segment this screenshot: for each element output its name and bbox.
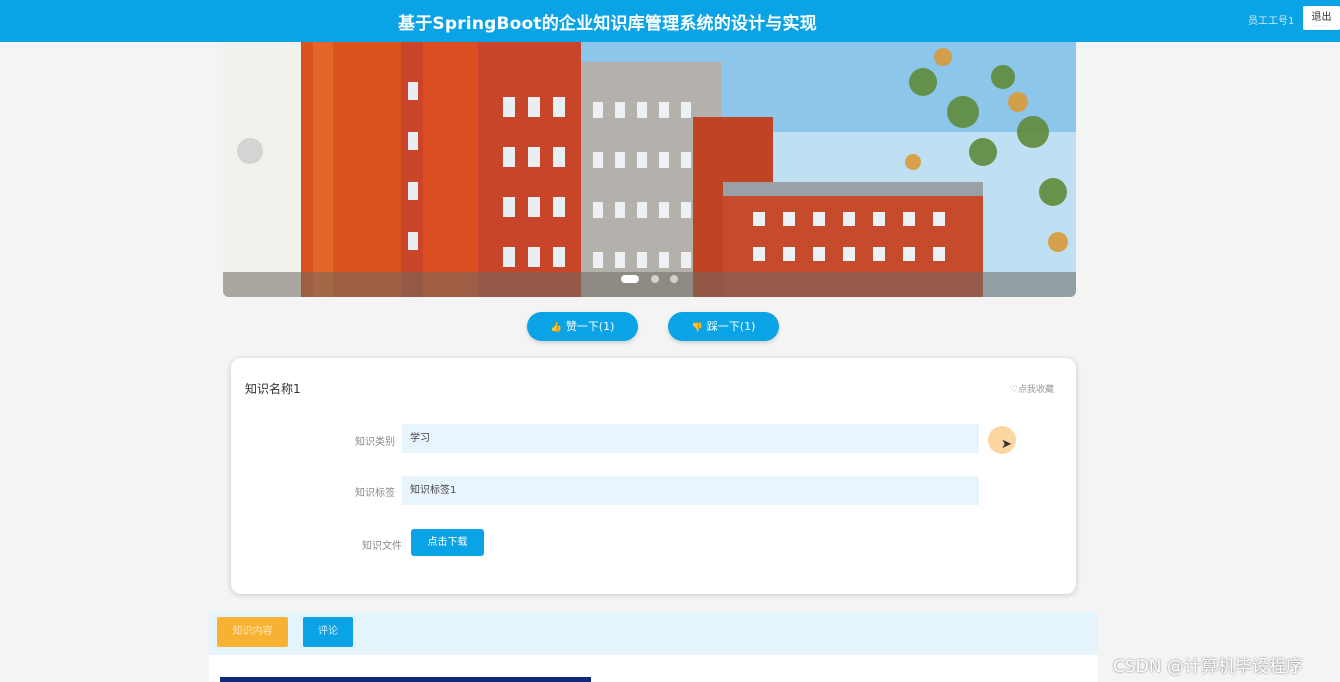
category-field: 学习 xyxy=(402,424,979,453)
logout-button[interactable]: 退出 xyxy=(1303,6,1340,30)
content-image-top xyxy=(220,677,591,682)
top-header: 基于SpringBoot的企业知识库管理系统的设计与实现 员工工号1 退出 xyxy=(0,0,1340,42)
carousel-dot[interactable] xyxy=(650,274,659,283)
carousel-dot[interactable] xyxy=(669,274,678,283)
like-button[interactable]: 👍 赞一下(1) xyxy=(527,312,638,341)
dislike-button[interactable]: 👎 踩一下(1) xyxy=(668,312,779,341)
detail-tabs: 知识内容 评论 xyxy=(209,612,1098,655)
watermark: CSDN @计算机毕设程序 xyxy=(1113,657,1303,677)
page-title: 基于SpringBoot的企业知识库管理系统的设计与实现 xyxy=(398,14,817,34)
knowledge-name: 知识名称1 xyxy=(245,382,301,396)
download-button[interactable]: 点击下载 xyxy=(411,529,484,556)
carousel-prev-arrow[interactable] xyxy=(237,138,263,164)
user-id-label: 员工工号1 xyxy=(1248,16,1295,27)
tag-field: 知识标签1 xyxy=(402,476,979,505)
favorite-link[interactable]: ♡点我收藏 xyxy=(1010,382,1054,395)
tag-label: 知识标签 xyxy=(355,488,395,499)
thumbs-up-icon: 👍 xyxy=(550,323,562,333)
tab-comments[interactable]: 评论 xyxy=(303,617,353,647)
like-label: 赞一下(1) xyxy=(565,320,615,333)
mouse-pointer-icon: ➤ xyxy=(1001,437,1012,452)
thumbs-down-icon: 👎 xyxy=(691,323,703,333)
knowledge-detail-card: 知识名称1 ♡点我收藏 知识类别 学习 ➤ 知识标签 知识标签1 知识文件 点击… xyxy=(231,358,1076,594)
favorite-label: 点我收藏 xyxy=(1017,385,1054,395)
category-label: 知识类别 xyxy=(355,437,395,448)
carousel-dot[interactable] xyxy=(621,274,640,283)
tab-content-area xyxy=(209,655,1098,682)
banner-image xyxy=(223,42,1076,297)
dislike-label: 踩一下(1) xyxy=(706,320,756,333)
tab-knowledge-content[interactable]: 知识内容 xyxy=(217,617,288,647)
heart-icon: ♡ xyxy=(1009,385,1018,395)
carousel-indicators xyxy=(223,268,1076,287)
banner-carousel[interactable] xyxy=(223,42,1076,297)
file-label: 知识文件 xyxy=(362,541,402,552)
